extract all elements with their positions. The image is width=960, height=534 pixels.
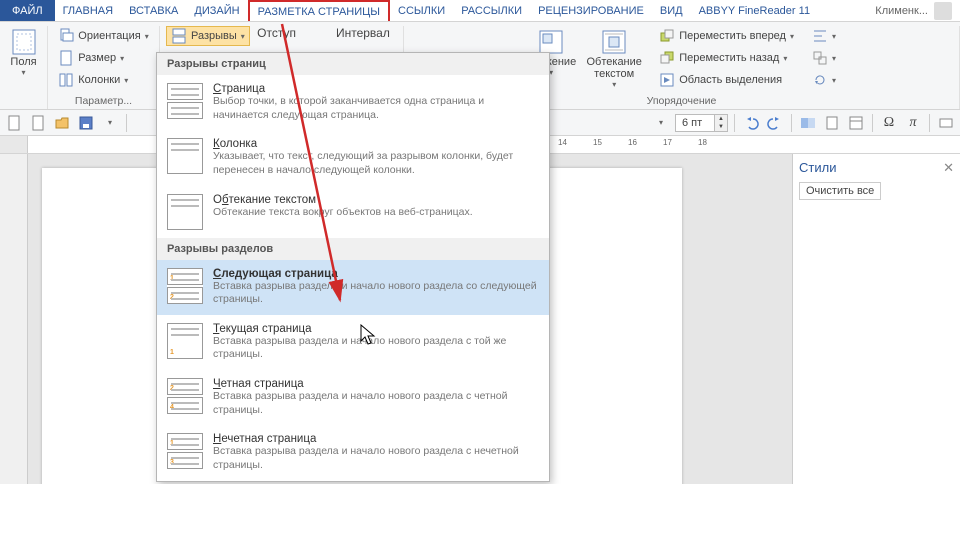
avatar [934, 2, 952, 20]
qat-print-layout-icon[interactable] [822, 113, 842, 133]
next-page-break-icon: 1 2 [167, 268, 203, 304]
breaks-button[interactable]: Разрывы▾ [166, 26, 250, 46]
page-break-icon [167, 83, 203, 119]
qat-dropdown-icon[interactable]: ▾ [651, 113, 671, 133]
dd-item-odd-page[interactable]: 1 3 Нечетная страница Вставка разрыва ра… [157, 425, 549, 480]
tab-insert[interactable]: ВСТАВКА [121, 0, 186, 21]
align-icon [812, 28, 828, 44]
columns-button[interactable]: Колонки▾ [53, 70, 133, 90]
tab-design[interactable]: ДИЗАЙН [186, 0, 247, 21]
qat-redo-icon[interactable] [765, 113, 785, 133]
tab-review[interactable]: РЕЦЕНЗИРОВАНИЕ [530, 0, 652, 21]
tab-mailings[interactable]: РАССЫЛКИ [453, 0, 530, 21]
tab-home[interactable]: ГЛАВНАЯ [55, 0, 121, 21]
wrap-icon [600, 28, 628, 56]
size-icon [58, 50, 74, 66]
odd-page-break-icon: 1 3 [167, 433, 203, 469]
orientation-button[interactable]: Ориентация▾ [53, 26, 153, 46]
arrange-group-label: Упорядочение [647, 95, 717, 107]
styles-pane: Стили ✕ Очистить все [792, 154, 960, 534]
dd-section-section-breaks: Разрывы разделов [157, 238, 549, 260]
continuous-break-icon: 1 [167, 323, 203, 359]
menu-bar: ФАЙЛ ГЛАВНАЯ ВСТАВКА ДИЗАЙН РАЗМЕТКА СТР… [0, 0, 960, 22]
qat-web-layout-icon[interactable] [846, 113, 866, 133]
close-icon[interactable]: ✕ [943, 160, 954, 176]
qat-omega-icon[interactable]: Ω [879, 113, 899, 133]
rotate-icon [812, 72, 828, 88]
dd-item-continuous[interactable]: 1 Текущая страница Вставка разрыва разде… [157, 315, 549, 370]
qat-new-icon[interactable] [4, 113, 24, 133]
size-button[interactable]: Размер▾ [53, 48, 129, 68]
dd-section-page-breaks: Разрывы страниц [157, 53, 549, 75]
qat-pi-icon[interactable]: π [903, 113, 923, 133]
vertical-ruler[interactable] [0, 154, 28, 534]
chevron-down-icon: ▾ [21, 68, 25, 77]
group-icon [812, 50, 828, 66]
user-name: Клименк... [875, 5, 928, 17]
bring-forward-icon [659, 28, 675, 44]
margins-button[interactable]: Поля ▾ [6, 26, 42, 79]
clear-styles-button[interactable]: Очистить все [799, 182, 881, 200]
tab-page-layout[interactable]: РАЗМЕТКА СТРАНИЦЫ [248, 0, 390, 21]
margins-icon [10, 28, 38, 56]
send-backward-icon [659, 50, 675, 66]
page-setup-group-label: Параметр... [75, 95, 132, 107]
column-break-icon [167, 138, 203, 174]
cursor-icon [360, 324, 378, 351]
even-page-break-icon: 2 4 [167, 378, 203, 414]
breaks-icon [171, 28, 187, 44]
tab-references[interactable]: ССЫЛКИ [390, 0, 453, 21]
qat-save-icon[interactable] [76, 113, 96, 133]
qat-open-icon[interactable] [52, 113, 72, 133]
spin-up-icon[interactable]: ▲ [715, 115, 727, 123]
selection-pane-icon [659, 72, 675, 88]
qat-new2-icon[interactable] [28, 113, 48, 133]
dd-item-next-page[interactable]: 1 2 Следующая страница Вставка разрыва р… [157, 260, 549, 315]
dd-item-page[interactable]: Страница Выбор точки, в которой заканчив… [157, 75, 549, 130]
rotate-button[interactable]: ▾ [807, 70, 841, 90]
dd-item-even-page[interactable]: 2 4 Четная страница Вставка разрыва разд… [157, 370, 549, 425]
tab-abbyy[interactable]: ABBYY FineReader 11 [691, 0, 819, 21]
styles-title: Стили [799, 160, 836, 176]
breaks-dropdown: Разрывы страниц Страница Выбор точки, в … [156, 52, 550, 482]
qat-more-icon[interactable]: ▾ [100, 113, 120, 133]
qat-end-icon[interactable] [936, 113, 956, 133]
qat-undo-icon[interactable] [741, 113, 761, 133]
orientation-icon [58, 28, 74, 44]
textwrap-break-icon [167, 194, 203, 230]
spacing-label: Интервал [336, 26, 390, 40]
spin-down-icon[interactable]: ▼ [715, 123, 727, 131]
wrap-label: Обтекание текстом [586, 56, 642, 80]
columns-icon [58, 72, 74, 88]
bring-forward-button[interactable]: Переместить вперед▾ [654, 26, 799, 46]
qat-reading-icon[interactable] [798, 113, 818, 133]
spacing-value: 6 пт [676, 117, 714, 129]
spacing-spinner[interactable]: 6 пт ▲▼ [675, 114, 728, 132]
wrap-text-button[interactable]: Обтекание текстом▾ [582, 26, 646, 91]
user-account[interactable]: Клименк... [875, 2, 960, 20]
dd-item-textwrap[interactable]: Обтекание текстом Обтекание текста вокру… [157, 186, 549, 238]
tab-view[interactable]: ВИД [652, 0, 691, 21]
file-tab[interactable]: ФАЙЛ [0, 0, 55, 21]
send-backward-button[interactable]: Переместить назад▾ [654, 48, 799, 68]
selection-pane-button[interactable]: Область выделения [654, 70, 799, 90]
align-button[interactable]: ▾ [807, 26, 841, 46]
margins-label: Поля [10, 56, 36, 68]
dd-item-column[interactable]: Колонка Указывает, что текст, следующий … [157, 130, 549, 185]
group-button[interactable]: ▾ [807, 48, 841, 68]
indent-label: Отступ [257, 26, 296, 40]
